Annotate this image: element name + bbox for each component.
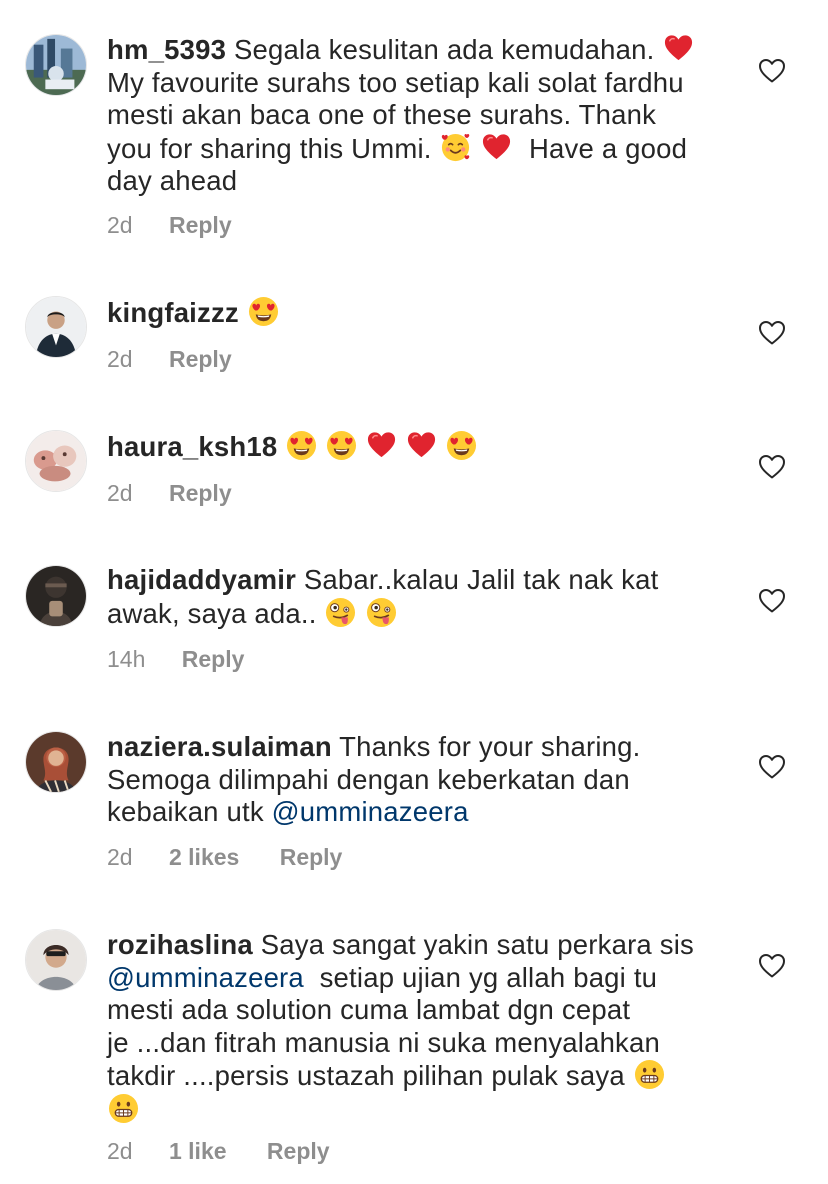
- comment-meta: 14h Reply: [107, 645, 278, 673]
- heart-eyes-emoji: [326, 430, 357, 461]
- likes-count[interactable]: 2 likes: [169, 843, 239, 871]
- reply-button[interactable]: Reply: [267, 1137, 330, 1165]
- red-heart-emoji: [406, 430, 437, 461]
- comment-meta: 2d 1 like Reply: [107, 1137, 364, 1165]
- reply-button[interactable]: Reply: [182, 645, 245, 673]
- comment-body: hm_5393 Segala kesulitan ada kemudahan. …: [107, 33, 722, 198]
- comment-time: 2d: [107, 346, 133, 372]
- avatar[interactable]: [25, 430, 87, 492]
- comment-body: haura_ksh18: [107, 430, 722, 464]
- comment-username[interactable]: haura_ksh18: [107, 431, 277, 462]
- mention-link[interactable]: @umminazeera: [107, 962, 304, 993]
- comment-text: Segala kesulitan ada kemudahan.: [233, 34, 663, 65]
- comment-meta: 2d Reply: [107, 211, 266, 239]
- like-heart-icon[interactable]: [758, 754, 786, 780]
- comment-username[interactable]: kingfaizzz: [107, 297, 239, 328]
- avatar[interactable]: [25, 565, 87, 627]
- grimacing-face-emoji: [108, 1093, 139, 1124]
- comment-text: [472, 133, 480, 164]
- reply-button[interactable]: Reply: [280, 843, 343, 871]
- comment-username[interactable]: naziera.sulaiman: [107, 731, 332, 762]
- red-heart-emoji: [663, 33, 694, 64]
- heart-eyes-emoji: [446, 430, 477, 461]
- comment-body: hajidaddyamir Sabar..kalau Jalil tak nak…: [107, 564, 722, 630]
- comment-username[interactable]: hajidaddyamir: [107, 564, 296, 595]
- avatar[interactable]: [25, 731, 87, 793]
- mention-link[interactable]: @umminazeera: [272, 796, 469, 827]
- comment-text: [277, 431, 285, 462]
- comment-meta: 2d 2 likes Reply: [107, 843, 376, 871]
- red-heart-emoji: [366, 430, 397, 461]
- comment-time: 14h: [107, 646, 146, 672]
- avatar[interactable]: [25, 34, 87, 96]
- comment-text: Saya sangat yakin satu perkara sis: [260, 929, 694, 960]
- comment-meta: 2d Reply: [107, 345, 266, 373]
- comment-time: 2d: [107, 480, 133, 506]
- reply-button[interactable]: Reply: [169, 479, 232, 507]
- smiling-face-with-hearts-emoji: [440, 132, 471, 163]
- like-heart-icon[interactable]: [758, 58, 786, 84]
- avatar[interactable]: [25, 296, 87, 358]
- comment-body: rozihaslina Saya sangat yakin satu perka…: [107, 929, 722, 1126]
- reply-button[interactable]: Reply: [169, 345, 232, 373]
- comment-username[interactable]: hm_5393: [107, 34, 226, 65]
- heart-eyes-emoji: [248, 296, 279, 327]
- red-heart-emoji: [481, 132, 512, 163]
- comment-time: 2d: [107, 212, 133, 238]
- avatar[interactable]: [25, 929, 87, 991]
- comment-meta: 2d Reply: [107, 479, 266, 507]
- like-heart-icon[interactable]: [758, 588, 786, 614]
- heart-eyes-emoji: [286, 430, 317, 461]
- comment-time: 2d: [107, 844, 133, 870]
- zany-face-emoji: [325, 597, 356, 628]
- comment-text: [239, 297, 247, 328]
- comment-body: kingfaizzz: [107, 296, 722, 330]
- reply-button[interactable]: Reply: [169, 211, 232, 239]
- grimacing-face-emoji: [634, 1059, 665, 1090]
- comment-body: naziera.sulaiman Thanks for your sharing…: [107, 731, 722, 829]
- comment-username[interactable]: rozihaslina: [107, 929, 253, 960]
- likes-count[interactable]: 1 like: [169, 1137, 227, 1165]
- zany-face-emoji: [366, 597, 397, 628]
- comment-time: 2d: [107, 1138, 133, 1164]
- like-heart-icon[interactable]: [758, 953, 786, 979]
- comment-text: [357, 598, 365, 629]
- like-heart-icon[interactable]: [758, 454, 786, 480]
- like-heart-icon[interactable]: [758, 320, 786, 346]
